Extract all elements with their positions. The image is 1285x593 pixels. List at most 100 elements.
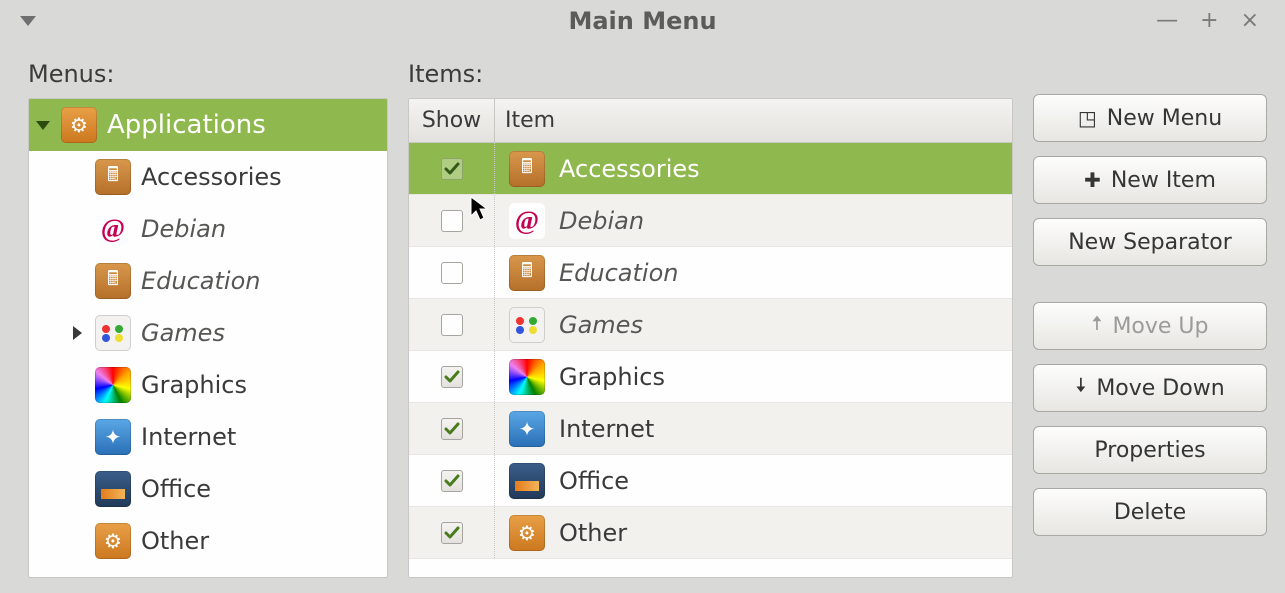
cell-show (409, 195, 495, 246)
cell-item: 🖩 Education (495, 247, 1012, 298)
tree-item[interactable]: @ Debian (29, 203, 387, 255)
arrow-down-icon: 🠇 (1075, 371, 1086, 405)
cell-show (409, 247, 495, 298)
settings-icon: ⚙ (61, 107, 97, 143)
tree-root-label: Applications (107, 110, 266, 140)
item-label: Education (559, 259, 678, 287)
new-separator-button[interactable]: New Separator (1033, 218, 1267, 266)
item-label: Debian (559, 207, 644, 235)
education-icon: 🖩 (509, 255, 545, 291)
new-separator-label: New Separator (1068, 230, 1232, 255)
show-checkbox[interactable] (441, 522, 463, 544)
cell-item: 🖩Accessories (495, 143, 1012, 194)
move-down-button[interactable]: 🠇 Move Down (1033, 364, 1267, 412)
table-header: Show Item (409, 99, 1012, 143)
cell-show (409, 143, 495, 194)
delete-label: Delete (1114, 500, 1186, 525)
tree-item-label: Debian (141, 215, 226, 243)
office-icon (95, 471, 131, 507)
expander-placeholder[interactable] (69, 326, 85, 340)
table-row[interactable]: ✦ Internet (409, 403, 1012, 455)
table-row[interactable]: @ Debian (409, 195, 1012, 247)
menus-label: Menus: (28, 60, 388, 88)
show-checkbox[interactable] (441, 158, 463, 180)
table-row[interactable]: 🖩 Education (409, 247, 1012, 299)
item-label: Other (559, 519, 627, 547)
tree-item-label: Graphics (141, 371, 247, 399)
items-column: Items: Show Item 🖩Accessories @ Debian 🖩 Edu… (408, 60, 1013, 593)
table-row[interactable]: Office (409, 455, 1012, 507)
tree-item-label: Games (141, 319, 225, 347)
item-label: Games (559, 311, 643, 339)
show-checkbox[interactable] (441, 470, 463, 492)
cell-item: @ Debian (495, 195, 1012, 246)
tree-item-label: Internet (141, 423, 236, 451)
education-icon: 🖩 (95, 263, 131, 299)
tree-item[interactable]: 🖩 Education (29, 255, 387, 307)
cell-item: Games (495, 299, 1012, 350)
tree-item[interactable]: Games (29, 307, 387, 359)
tree-item-label: Accessories (141, 163, 282, 191)
graphics-icon (95, 367, 131, 403)
accessories-icon: 🖩 (509, 151, 545, 187)
tree-item[interactable]: ⚙Other (29, 515, 387, 567)
tree-item[interactable]: Office (29, 463, 387, 515)
table-row[interactable]: 🖩Accessories (409, 143, 1012, 195)
tree-root-applications[interactable]: ⚙ Applications (29, 99, 387, 151)
cell-item: Graphics (495, 351, 1012, 402)
menus-tree[interactable]: ⚙ Applications 🖩 Accessories @ Debian 🖩 Educa… (28, 98, 388, 578)
graphics-icon (509, 359, 545, 395)
cell-show (409, 299, 495, 350)
content-area: Menus: ⚙ Applications 🖩 Accessories @ Debia… (0, 42, 1285, 593)
games-icon (509, 307, 545, 343)
tree-item-label: Education (141, 267, 260, 295)
table-row[interactable]: ⚙ Other (409, 507, 1012, 559)
cell-show (409, 351, 495, 402)
other-icon: ⚙ (95, 523, 131, 559)
properties-button[interactable]: Properties (1033, 426, 1267, 474)
expander-icon[interactable] (35, 121, 51, 130)
tree-item[interactable]: ✦ Internet (29, 411, 387, 463)
tree-item[interactable]: 🖩 Accessories (29, 151, 387, 203)
buttons-column: ◳ New Menu ✚ New Item New Separator 🠅 Mo… (1033, 60, 1267, 593)
new-menu-label: New Menu (1107, 106, 1222, 131)
arrow-up-icon: 🠅 (1091, 309, 1102, 343)
item-label: Internet (559, 415, 654, 443)
move-up-label: Move Up (1112, 314, 1208, 339)
accessories-icon: 🖩 (95, 159, 131, 195)
items-table[interactable]: Show Item 🖩Accessories @ Debian 🖩 Education G… (408, 98, 1013, 578)
new-menu-icon: ◳ (1078, 106, 1097, 130)
properties-label: Properties (1094, 438, 1205, 463)
items-label: Items: (408, 60, 1013, 88)
column-header-show[interactable]: Show (409, 99, 495, 142)
office-icon (509, 463, 545, 499)
show-checkbox[interactable] (441, 418, 463, 440)
show-checkbox[interactable] (441, 366, 463, 388)
cell-item: Office (495, 455, 1012, 506)
new-item-label: New Item (1111, 168, 1216, 193)
show-checkbox[interactable] (441, 210, 463, 232)
menus-column: Menus: ⚙ Applications 🖩 Accessories @ Debia… (28, 60, 388, 593)
debian-icon: @ (509, 203, 545, 239)
internet-icon: ✦ (509, 411, 545, 447)
item-label: Office (559, 467, 629, 495)
cell-show (409, 455, 495, 506)
cell-item: ⚙ Other (495, 507, 1012, 558)
titlebar: Main Menu — + × (0, 0, 1285, 42)
cell-item: ✦ Internet (495, 403, 1012, 454)
move-down-label: Move Down (1096, 376, 1224, 401)
internet-icon: ✦ (95, 419, 131, 455)
debian-icon: @ (95, 211, 131, 247)
tree-item[interactable]: Graphics (29, 359, 387, 411)
cell-show (409, 507, 495, 558)
new-menu-button[interactable]: ◳ New Menu (1033, 94, 1267, 142)
column-header-item[interactable]: Item (495, 99, 1012, 142)
window-title: Main Menu (0, 7, 1285, 35)
new-item-button[interactable]: ✚ New Item (1033, 156, 1267, 204)
other-icon: ⚙ (509, 515, 545, 551)
show-checkbox[interactable] (441, 262, 463, 284)
table-row[interactable]: Graphics (409, 351, 1012, 403)
show-checkbox[interactable] (441, 314, 463, 336)
table-row[interactable]: Games (409, 299, 1012, 351)
delete-button[interactable]: Delete (1033, 488, 1267, 536)
